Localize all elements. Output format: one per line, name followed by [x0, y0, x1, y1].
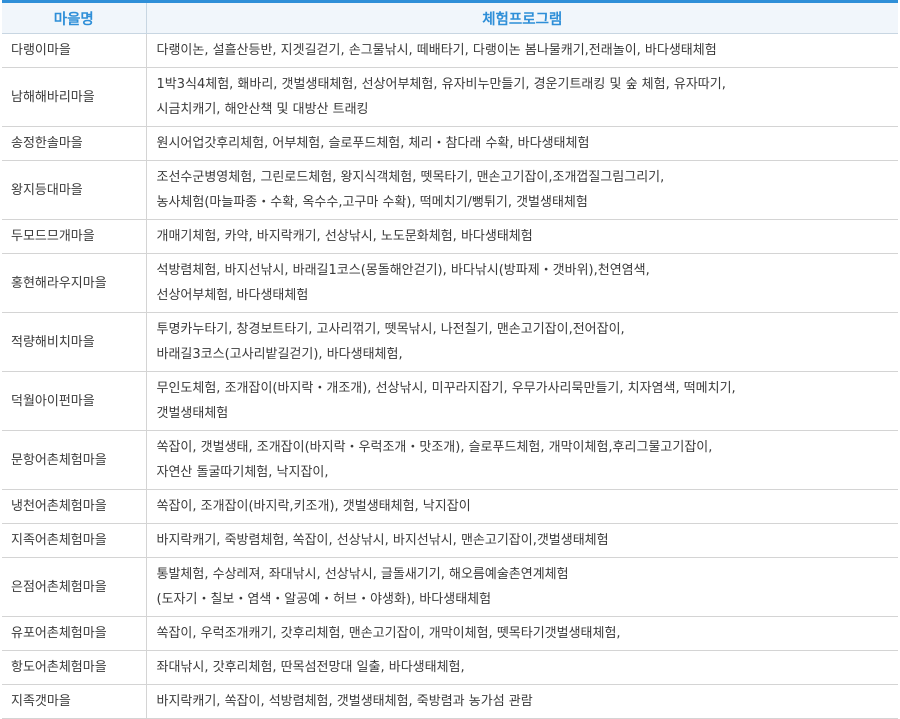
village-name: 문항어촌체험마을 — [2, 430, 147, 490]
program-cell: 다랭이논, 설흘산등반, 지겟길걷기, 손그물낚시, 떼배타기, 다랭이논 봄나… — [146, 33, 898, 68]
program-line: 쏙잡이, 우럭조개캐기, 갓후리체험, 맨손고기잡이, 개막이체험, 뗏목타기갯… — [156, 626, 621, 641]
program-line: 좌대낚시, 갓후리체험, 딴목섬전망대 일출, 바다생태체험, — [156, 660, 465, 675]
program-line: 1박3식4체험, 홰바리, 갯벌생태체험, 선상어부체험, 유자비누만들기, 경… — [156, 77, 726, 92]
table-row: 송정한솔마을 원시어업갓후리체험, 어부체험, 슬로푸드체험, 체리・참다래 수확… — [2, 126, 898, 161]
program-line: 쏙잡이, 조개잡이(바지락,키조개), 갯벌생태체험, 낙지잡이 — [156, 499, 471, 514]
program-line: 바지락캐기, 죽방렴체험, 쏙잡이, 선상낚시, 바지선낚시, 맨손고기잡이,갯… — [156, 533, 609, 548]
village-name: 적량해비치마을 — [2, 312, 147, 372]
village-name: 송정한솔마을 — [2, 126, 147, 161]
village-name: 덕월아이펀마을 — [2, 371, 147, 431]
table-row: 지족갯마을 바지락캐기, 쏙잡이, 석방렴체험, 갯벌생태체험, 죽방렴과 농가섬… — [2, 684, 898, 719]
village-name: 남해해바리마을 — [2, 67, 147, 127]
table-row: 두모드므개마을 개매기체험, 카약, 바지락캐기, 선상낚시, 노도문화체험, 바… — [2, 219, 898, 254]
table-row: 남해해바리마을 1박3식4체험, 홰바리, 갯벌생태체험, 선상어부체험, 유자비… — [2, 67, 898, 127]
table-row: 지족어촌체험마을 바지락캐기, 죽방렴체험, 쏙잡이, 선상낚시, 바지선낚시, … — [2, 523, 898, 558]
program-line: 석방렴체험, 바지선낚시, 바래길1코스(몽돌해안걷기), 바다낚시(방파제・갯… — [156, 263, 650, 278]
table-row: 항도어촌체험마을 좌대낚시, 갓후리체험, 딴목섬전망대 일출, 바다생태체험, — [2, 650, 898, 685]
table-header-row: 마을명 체험프로그램 — [2, 0, 898, 34]
program-cell: 통발체험, 수상레져, 좌대낚시, 선상낚시, 글돌새기기, 해오름예술촌연계체… — [146, 557, 898, 617]
table-row: 다랭이마을 다랭이논, 설흘산등반, 지겟길걷기, 손그물낚시, 떼배타기, 다랭… — [2, 33, 898, 68]
program-line: 원시어업갓후리체험, 어부체험, 슬로푸드체험, 체리・참다래 수확, 바다생태… — [156, 136, 590, 151]
table-row: 덕월아이펀마을 무인도체험, 조개잡이(바지락・개조개), 선상낚시, 미꾸라지잡… — [2, 371, 898, 431]
program-line: 무인도체험, 조개잡이(바지락・개조개), 선상낚시, 미꾸라지잡기, 우무가사… — [156, 381, 736, 396]
table-row: 유포어촌체험마을 쏙잡이, 우럭조개캐기, 갓후리체험, 맨손고기잡이, 개막이체… — [2, 616, 898, 651]
table-row: 은점어촌체험마을 통발체험, 수상레져, 좌대낚시, 선상낚시, 글돌새기기, 해… — [2, 557, 898, 617]
program-line: 갯벌생태체험 — [156, 406, 229, 421]
program-cell: 바지락캐기, 죽방렴체험, 쏙잡이, 선상낚시, 바지선낚시, 맨손고기잡이,갯… — [146, 523, 898, 558]
program-cell: 조선수군병영체험, 그린로드체험, 왕지식객체험, 뗏목타기, 맨손고기잡이,조… — [146, 160, 898, 220]
program-cell: 원시어업갓후리체험, 어부체험, 슬로푸드체험, 체리・참다래 수확, 바다생태… — [146, 126, 898, 161]
header-program: 체험프로그램 — [146, 0, 898, 34]
program-cell: 석방렴체험, 바지선낚시, 바래길1코스(몽돌해안걷기), 바다낚시(방파제・갯… — [146, 253, 898, 313]
table-row: 홍현해라우지마을 석방렴체험, 바지선낚시, 바래길1코스(몽돌해안걷기), 바다… — [2, 253, 898, 313]
program-cell: 무인도체험, 조개잡이(바지락・개조개), 선상낚시, 미꾸라지잡기, 우무가사… — [146, 371, 898, 431]
program-line: 투명카누타기, 창경보트타기, 고사리꺾기, 뗏목낚시, 나전칠기, 맨손고기잡… — [156, 322, 625, 337]
village-name: 항도어촌체험마을 — [2, 650, 147, 685]
program-line: 쏙잡이, 갯벌생태, 조개잡이(바지락・우럭조개・맛조개), 슬로푸드체험, 개… — [156, 440, 713, 455]
program-line: 개매기체험, 카약, 바지락캐기, 선상낚시, 노도문화체험, 바다생태체험 — [156, 229, 533, 244]
program-line: 농사체험(마늘파종・수확, 옥수수,고구마 수확), 떡메치기/뻥튀기, 갯벌생… — [156, 195, 588, 210]
table-row: 왕지등대마을 조선수군병영체험, 그린로드체험, 왕지식객체험, 뗏목타기, 맨손… — [2, 160, 898, 220]
program-cell: 쏙잡이, 우럭조개캐기, 갓후리체험, 맨손고기잡이, 개막이체험, 뗏목타기갯… — [146, 616, 898, 651]
program-cell: 바지락캐기, 쏙잡이, 석방렴체험, 갯벌생태체험, 죽방렴과 농가섬 관람 — [146, 684, 898, 719]
program-cell: 좌대낚시, 갓후리체험, 딴목섬전망대 일출, 바다생태체험, — [146, 650, 898, 685]
village-name: 은점어촌체험마을 — [2, 557, 147, 617]
program-cell: 투명카누타기, 창경보트타기, 고사리꺾기, 뗏목낚시, 나전칠기, 맨손고기잡… — [146, 312, 898, 372]
program-cell: 1박3식4체험, 홰바리, 갯벌생태체험, 선상어부체험, 유자비누만들기, 경… — [146, 67, 898, 127]
village-name: 냉천어촌체험마을 — [2, 489, 147, 524]
program-line: 통발체험, 수상레져, 좌대낚시, 선상낚시, 글돌새기기, 해오름예술촌연계체… — [156, 567, 569, 582]
program-line: 다랭이논, 설흘산등반, 지겟길걷기, 손그물낚시, 떼배타기, 다랭이논 봄나… — [156, 43, 717, 58]
village-name: 왕지등대마을 — [2, 160, 147, 220]
table-row: 문항어촌체험마을 쏙잡이, 갯벌생태, 조개잡이(바지락・우럭조개・맛조개), 슬… — [2, 430, 898, 490]
program-cell: 쏙잡이, 조개잡이(바지락,키조개), 갯벌생태체험, 낙지잡이 — [146, 489, 898, 524]
table-row: 냉천어촌체험마을 쏙잡이, 조개잡이(바지락,키조개), 갯벌생태체험, 낙지잡이 — [2, 489, 898, 524]
table-row: 적량해비치마을 투명카누타기, 창경보트타기, 고사리꺾기, 뗏목낚시, 나전칠기… — [2, 312, 898, 372]
village-name: 지족어촌체험마을 — [2, 523, 147, 558]
program-line: 선상어부체험, 바다생태체험 — [156, 288, 309, 303]
header-village: 마을명 — [2, 0, 147, 34]
village-name: 지족갯마을 — [2, 684, 147, 719]
program-cell: 개매기체험, 카약, 바지락캐기, 선상낚시, 노도문화체험, 바다생태체험 — [146, 219, 898, 254]
program-line: (도자기・칠보・염색・알공예・허브・야생화), 바다생태체험 — [156, 592, 492, 607]
program-line: 바래길3코스(고사리밭길걷기), 바다생태체험, — [156, 347, 403, 362]
program-line: 시금치캐기, 해안산책 및 대방산 트래킹 — [156, 102, 369, 117]
program-line: 조선수군병영체험, 그린로드체험, 왕지식객체험, 뗏목타기, 맨손고기잡이,조… — [156, 170, 665, 185]
village-program-table: 마을명 체험프로그램 다랭이마을 다랭이논, 설흘산등반, 지겟길걷기, 손그물낚… — [2, 0, 898, 719]
village-name: 다랭이마을 — [2, 33, 147, 68]
program-line: 자연산 돌굴따기체험, 낙지잡이, — [156, 465, 329, 480]
village-name: 두모드므개마을 — [2, 219, 147, 254]
village-name: 홍현해라우지마을 — [2, 253, 147, 313]
table-body: 다랭이마을 다랭이논, 설흘산등반, 지겟길걷기, 손그물낚시, 떼배타기, 다랭… — [2, 33, 898, 719]
program-cell: 쏙잡이, 갯벌생태, 조개잡이(바지락・우럭조개・맛조개), 슬로푸드체험, 개… — [146, 430, 898, 490]
village-name: 유포어촌체험마을 — [2, 616, 147, 651]
program-line: 바지락캐기, 쏙잡이, 석방렴체험, 갯벌생태체험, 죽방렴과 농가섬 관람 — [156, 694, 533, 709]
